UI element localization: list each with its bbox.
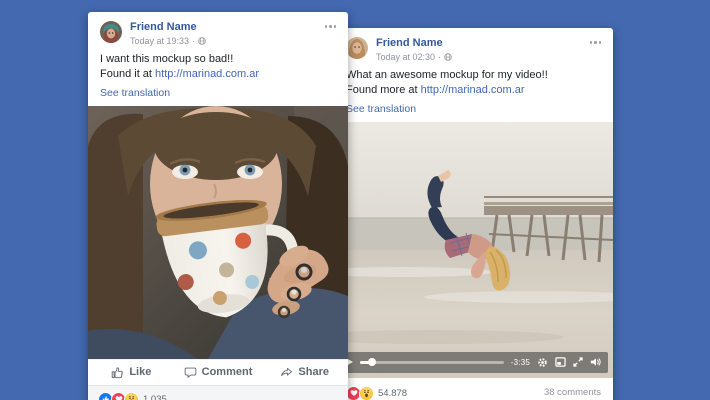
page-background: Friend Name Today at 02:30 · What an awe…	[0, 0, 710, 400]
post-link[interactable]: http://marinad.com.ar	[421, 84, 525, 96]
share-button[interactable]: Share	[261, 360, 348, 385]
video-progress-bar[interactable]	[360, 361, 504, 364]
video-time-remaining: -3:35	[511, 358, 530, 367]
post-link[interactable]: http://marinad.com.ar	[155, 68, 259, 80]
video-progress-knob[interactable]	[368, 358, 376, 366]
engagement-row: 54.878 38 comments 2.729 sharings 100.54…	[334, 378, 613, 400]
post-text: What an awesome mockup for my video!! Fo…	[334, 65, 613, 99]
reaction-count[interactable]: 1.035	[143, 394, 167, 400]
avatar[interactable]	[346, 37, 368, 59]
post-options-menu-icon[interactable]	[325, 21, 337, 32]
globe-privacy-icon	[444, 53, 452, 61]
post-timestamp: Today at 19:33	[130, 36, 189, 46]
reaction-icons[interactable]	[346, 386, 372, 400]
comment-button[interactable]: Comment	[175, 360, 262, 385]
see-translation-link[interactable]: See translation	[334, 99, 613, 122]
post-timestamp: Today at 02:30	[376, 52, 435, 62]
globe-privacy-icon	[198, 37, 206, 45]
author-name[interactable]: Friend Name	[130, 21, 317, 35]
pip-icon[interactable]	[555, 357, 566, 367]
post-options-menu-icon[interactable]	[590, 37, 602, 48]
like-button[interactable]: Like	[88, 360, 175, 385]
facebook-post-video: Friend Name Today at 02:30 · What an awe…	[334, 28, 613, 400]
settings-gear-icon[interactable]	[537, 357, 548, 368]
beach-backflip-video-frame	[334, 122, 613, 378]
meta-separator: ·	[438, 52, 441, 62]
meta-separator: ·	[192, 36, 195, 46]
video-controls-bar: -3:35	[339, 352, 608, 373]
fullscreen-icon[interactable]	[573, 357, 583, 367]
video-player[interactable]: -3:35	[334, 122, 613, 378]
author-name[interactable]: Friend Name	[376, 37, 582, 51]
see-translation-link[interactable]: See translation	[88, 83, 348, 106]
facebook-post-photo: Friend Name Today at 19:33 · I want this…	[88, 12, 348, 400]
post-header: Friend Name Today at 02:30 ·	[334, 28, 613, 65]
reaction-count[interactable]: 54.878	[378, 388, 407, 399]
comments-count[interactable]: 38 comments	[539, 386, 601, 400]
volume-icon[interactable]	[590, 357, 601, 367]
post-header: Friend Name Today at 19:33 ·	[88, 12, 348, 49]
post-text: I want this mockup so bad!! Found it at …	[88, 49, 348, 83]
reaction-icons[interactable]	[98, 392, 137, 400]
wow-reaction-icon[interactable]	[124, 392, 139, 400]
mug-photo[interactable]	[88, 106, 348, 359]
action-bar: Like Comment Share	[88, 359, 348, 386]
post-stats: 38 comments 2.729 sharings 100.543 views	[539, 386, 601, 400]
avatar[interactable]	[100, 21, 122, 43]
wow-reaction-icon[interactable]	[359, 386, 374, 400]
post-footer: 1.035	[88, 386, 348, 400]
